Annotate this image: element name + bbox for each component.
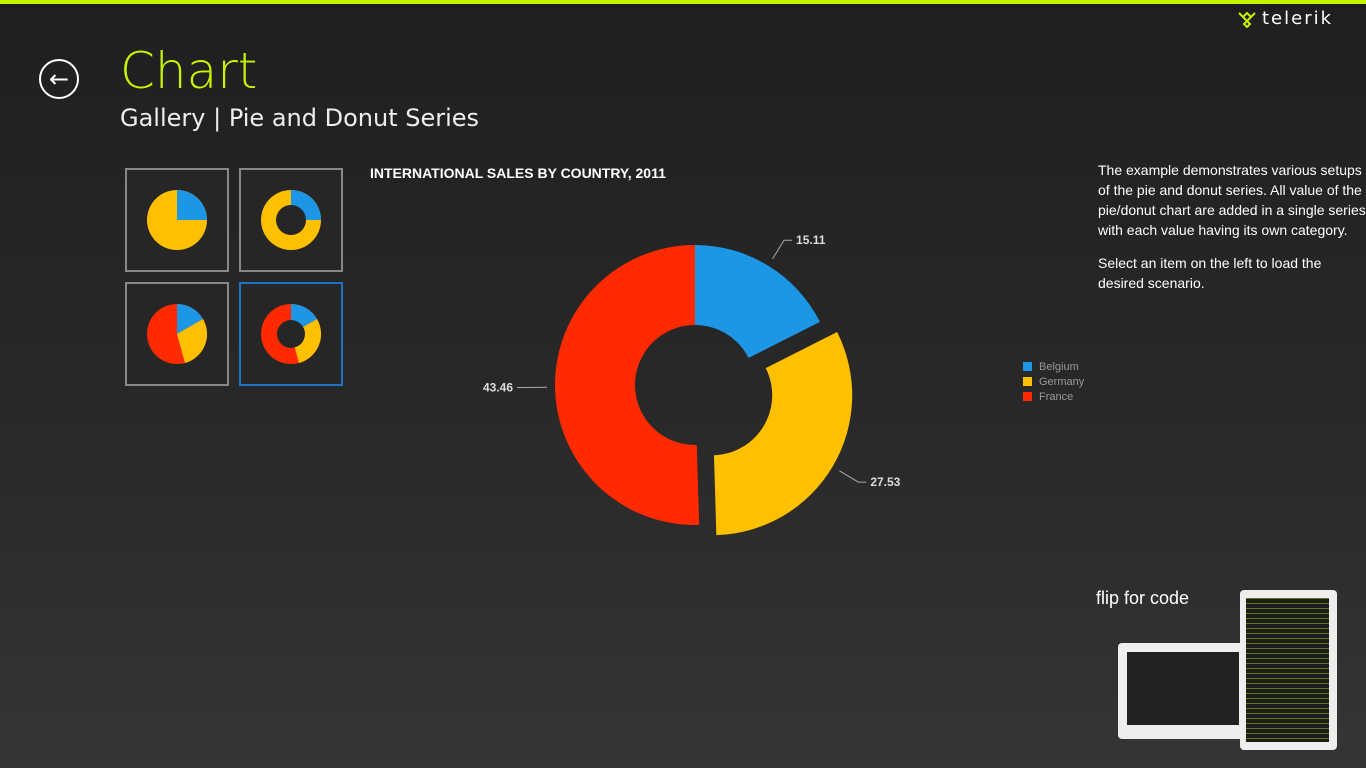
tablet-landscape-image[interactable]: [1118, 643, 1248, 739]
legend-item-germany: Germany: [1023, 374, 1084, 389]
pie-three-thumbnail-icon: [147, 304, 207, 364]
tablet-portrait-code-image[interactable]: [1240, 590, 1337, 750]
legend-item-france: France: [1023, 389, 1084, 404]
accent-bar: [0, 0, 1366, 4]
legend-swatch: [1023, 362, 1032, 371]
brand-name: telerik: [1262, 8, 1334, 29]
data-label-germany: 27.53: [870, 475, 900, 489]
gallery-item-pie[interactable]: [125, 168, 229, 272]
legend-swatch: [1023, 377, 1032, 386]
gallery-item-donut[interactable]: [239, 168, 343, 272]
flip-for-code-label[interactable]: flip for code: [1096, 588, 1189, 609]
chart-legend: Belgium Germany France: [1023, 359, 1084, 404]
label-connector: [772, 239, 793, 260]
legend-label: Belgium: [1039, 360, 1079, 373]
gallery-item-pie-three[interactable]: [125, 282, 229, 386]
telerik-logo: telerik: [1238, 8, 1333, 29]
description: The example demonstrates various setups …: [1098, 160, 1366, 306]
legend-label: France: [1039, 390, 1074, 403]
legend-swatch: [1023, 392, 1032, 401]
gallery-item-donut-three[interactable]: [239, 282, 343, 386]
telerik-logo-icon: [1238, 11, 1256, 28]
back-button[interactable]: ←: [39, 59, 79, 99]
page-subtitle: Gallery | Pie and Donut Series: [120, 104, 480, 132]
data-label-france: 43.46: [483, 381, 513, 395]
arrow-left-icon: ←: [48, 65, 70, 93]
pie-thumbnail-icon: [147, 190, 207, 250]
chart-title: INTERNATIONAL SALES BY COUNTRY, 2011: [370, 165, 666, 181]
donut-three-thumbnail-icon: [261, 304, 321, 364]
legend-item-belgium: Belgium: [1023, 359, 1084, 374]
slice-belgium[interactable]: [695, 245, 820, 358]
slice-france[interactable]: [554, 245, 700, 525]
label-connector: [839, 470, 867, 483]
page-title: Chart: [120, 42, 258, 100]
legend-label: Germany: [1039, 375, 1085, 388]
description-text: The example demonstrates various setups …: [1098, 162, 1366, 238]
slice-germany[interactable]: [713, 332, 853, 536]
data-label-belgium: 15.11: [796, 233, 826, 247]
donut-thumbnail-icon: [261, 190, 321, 250]
description-hint: Select an item on the left to load the d…: [1098, 255, 1322, 291]
